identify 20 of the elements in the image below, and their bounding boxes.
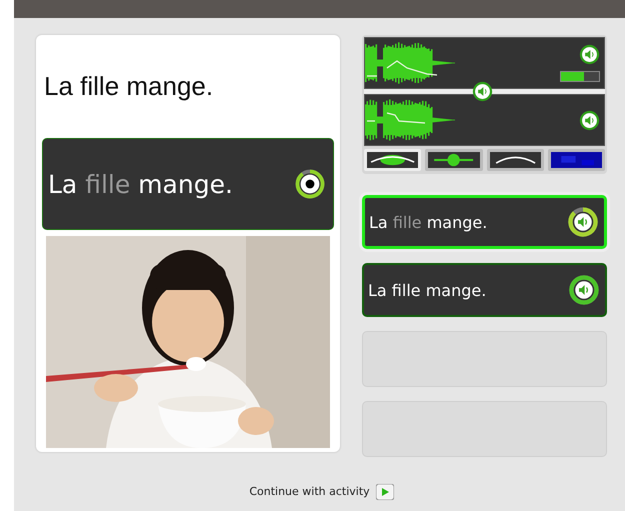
view-tab[interactable] [364, 149, 422, 171]
play-icon [376, 484, 394, 500]
prompt-sentence: La fille mange. [43, 70, 214, 103]
volume-meter [560, 71, 600, 82]
waveform-icon [428, 152, 480, 168]
answer-sentence: La fille mange. [48, 170, 233, 198]
continue-button[interactable]: Continue with activity [247, 472, 396, 511]
view-tab[interactable] [548, 149, 605, 171]
record-icon[interactable] [295, 169, 325, 199]
answer-choice[interactable]: La fille mange. [362, 195, 607, 249]
waveform-icon [367, 152, 418, 168]
speaker-icon[interactable] [568, 207, 598, 237]
speaker-icon[interactable] [569, 275, 599, 305]
speaker-icon[interactable] [579, 110, 600, 130]
view-tab[interactable] [486, 149, 544, 171]
pitch-curve-icon [490, 152, 541, 168]
answer-choice[interactable]: La fille mange. [362, 263, 607, 317]
spectrogram-icon [550, 152, 602, 168]
view-tab[interactable] [425, 149, 482, 171]
speaker-icon[interactable] [579, 44, 600, 65]
